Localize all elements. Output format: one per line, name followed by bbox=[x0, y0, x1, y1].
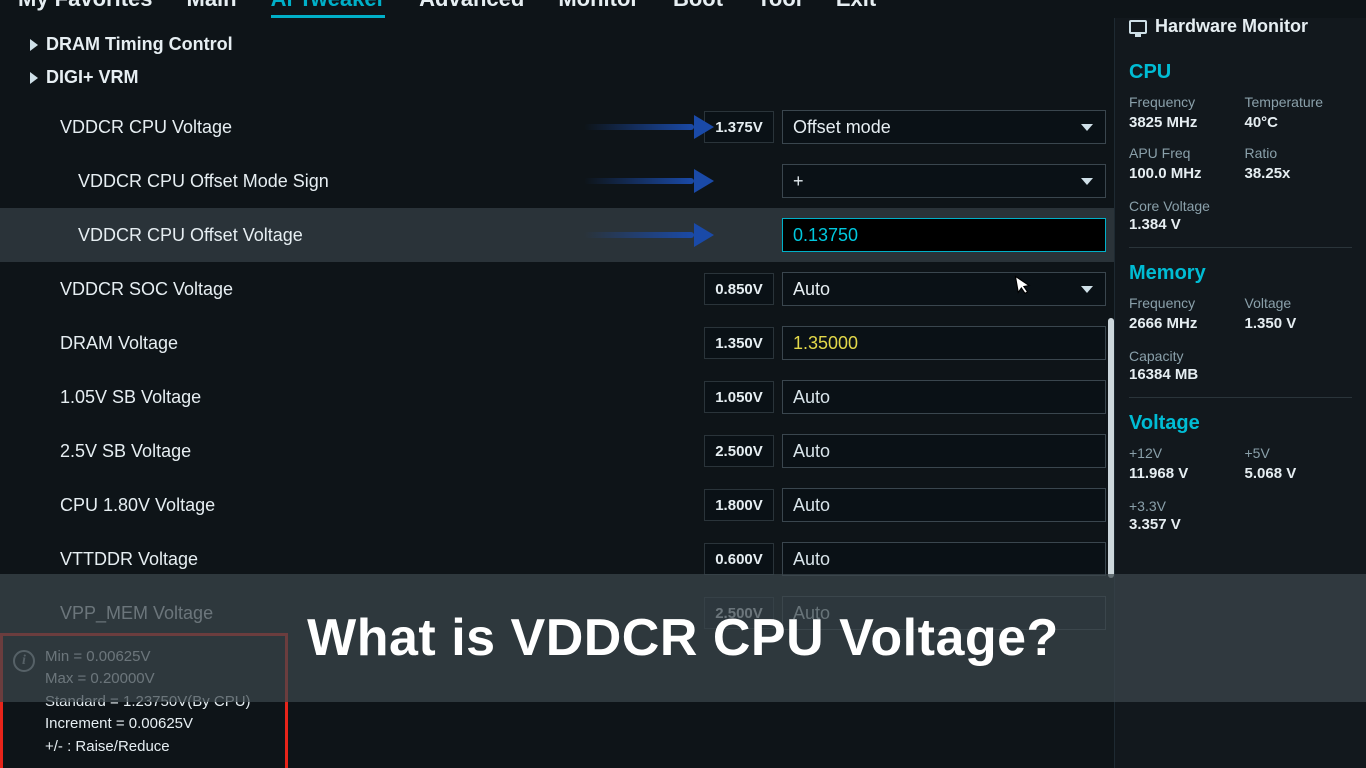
ratio-value: 38.25x bbox=[1245, 165, 1353, 182]
annotation-arrow-icon bbox=[584, 228, 714, 242]
mem-voltage-value: 1.350 V bbox=[1245, 315, 1353, 332]
setting-current-value: 1.800V bbox=[704, 489, 774, 521]
mem-frequency-value: 2666 MHz bbox=[1129, 315, 1237, 332]
setting-row: VDDCR CPU Offset Mode Sign+ bbox=[0, 154, 1114, 208]
setting-label: DRAM Voltage bbox=[60, 333, 704, 354]
mem-capacity-label: Capacity bbox=[1129, 348, 1352, 364]
cpu-temperature-label: Temperature bbox=[1245, 94, 1353, 110]
setting-label: 2.5V SB Voltage bbox=[60, 441, 704, 462]
core-voltage-label: Core Voltage bbox=[1129, 198, 1352, 214]
setting-label: CPU 1.80V Voltage bbox=[60, 495, 704, 516]
tab-monitor[interactable]: Monitor bbox=[558, 0, 639, 12]
caption-overlay: What is VDDCR CPU Voltage? bbox=[0, 574, 1366, 702]
setting-input[interactable]: Auto bbox=[782, 380, 1106, 414]
cpu-frequency-label: Frequency bbox=[1129, 94, 1237, 110]
tab-exit[interactable]: Exit bbox=[836, 0, 876, 12]
tab-advanced[interactable]: Advanced bbox=[419, 0, 524, 12]
tab-main[interactable]: Main bbox=[187, 0, 237, 12]
setting-current-value: 0.850V bbox=[704, 273, 774, 305]
divider bbox=[1129, 397, 1352, 398]
cpu-frequency-value: 3825 MHz bbox=[1129, 114, 1237, 131]
ratio-label: Ratio bbox=[1245, 145, 1353, 161]
setting-input[interactable]: 0.13750 bbox=[782, 218, 1106, 252]
setting-row: 1.05V SB Voltage1.050VAuto bbox=[0, 370, 1114, 424]
apu-freq-label: APU Freq bbox=[1129, 145, 1237, 161]
chevron-right-icon bbox=[30, 39, 38, 51]
tab-my-favorites[interactable]: My Favorites bbox=[18, 0, 153, 12]
monitor-icon bbox=[1129, 20, 1147, 34]
setting-input[interactable]: 1.35000 bbox=[782, 326, 1106, 360]
mem-frequency-label: Frequency bbox=[1129, 295, 1237, 311]
hardware-monitor-title: Hardware Monitor bbox=[1155, 16, 1308, 37]
setting-select[interactable]: + bbox=[782, 164, 1106, 198]
tree-item-label: DIGI+ VRM bbox=[46, 67, 139, 88]
setting-current-value: 1.350V bbox=[704, 327, 774, 359]
annotation-arrow-icon bbox=[584, 120, 714, 134]
caption-text: What is VDDCR CPU Voltage? bbox=[307, 608, 1059, 668]
setting-row: VDDCR CPU Voltage1.375VOffset mode bbox=[0, 100, 1114, 154]
hardware-monitor-header: Hardware Monitor bbox=[1129, 16, 1352, 47]
mem-capacity-value: 16384 MB bbox=[1129, 366, 1352, 383]
setting-row: DRAM Voltage1.350V1.35000 bbox=[0, 316, 1114, 370]
v12-value: 11.968 V bbox=[1129, 465, 1237, 482]
core-voltage-value: 1.384 V bbox=[1129, 216, 1352, 233]
setting-row: CPU 1.80V Voltage1.800VAuto bbox=[0, 478, 1114, 532]
setting-input[interactable]: Auto bbox=[782, 542, 1106, 576]
tree-item-digi-vrm[interactable]: DIGI+ VRM bbox=[30, 61, 1114, 94]
v33-value: 3.357 V bbox=[1129, 516, 1352, 533]
v33-label: +3.3V bbox=[1129, 498, 1352, 514]
setting-label: 1.05V SB Voltage bbox=[60, 387, 704, 408]
v12-label: +12V bbox=[1129, 445, 1237, 461]
v5-label: +5V bbox=[1245, 445, 1353, 461]
setting-current-value: 2.500V bbox=[704, 435, 774, 467]
section-title-memory: Memory bbox=[1129, 262, 1352, 285]
section-title-voltage: Voltage bbox=[1129, 412, 1352, 435]
v5-value: 5.068 V bbox=[1245, 465, 1353, 482]
setting-input[interactable]: Auto bbox=[782, 488, 1106, 522]
setting-row: VDDCR SOC Voltage0.850VAuto bbox=[0, 262, 1114, 316]
annotation-arrow-icon bbox=[584, 174, 714, 188]
tab-ai-tweaker[interactable]: Ai Tweaker bbox=[271, 0, 386, 12]
section-title-cpu: CPU bbox=[1129, 61, 1352, 84]
setting-current-value: 0.600V bbox=[704, 543, 774, 575]
tab-boot[interactable]: Boot bbox=[673, 0, 723, 12]
chevron-right-icon bbox=[30, 72, 38, 84]
setting-label: VDDCR SOC Voltage bbox=[60, 279, 704, 300]
setting-select[interactable]: Offset mode bbox=[782, 110, 1106, 144]
cpu-temperature-value: 40°C bbox=[1245, 114, 1353, 131]
setting-current-value: 1.375V bbox=[704, 111, 774, 143]
setting-select[interactable]: Auto bbox=[782, 272, 1106, 306]
setting-label: VTTDDR Voltage bbox=[60, 549, 704, 570]
infobox-line: Increment = 0.00625V bbox=[45, 713, 273, 736]
setting-row: 2.5V SB Voltage2.500VAuto bbox=[0, 424, 1114, 478]
setting-input[interactable]: Auto bbox=[782, 434, 1106, 468]
mem-voltage-label: Voltage bbox=[1245, 295, 1353, 311]
setting-row: VDDCR CPU Offset Voltage0.13750 bbox=[0, 208, 1114, 262]
apu-freq-value: 100.0 MHz bbox=[1129, 165, 1237, 182]
tab-tool[interactable]: Tool bbox=[757, 0, 802, 12]
tree-item-label: DRAM Timing Control bbox=[46, 34, 233, 55]
setting-current-value: 1.050V bbox=[704, 381, 774, 413]
infobox-line: +/- : Raise/Reduce bbox=[45, 736, 273, 759]
divider bbox=[1129, 247, 1352, 248]
tree-item-dram-timing[interactable]: DRAM Timing Control bbox=[30, 28, 1114, 61]
